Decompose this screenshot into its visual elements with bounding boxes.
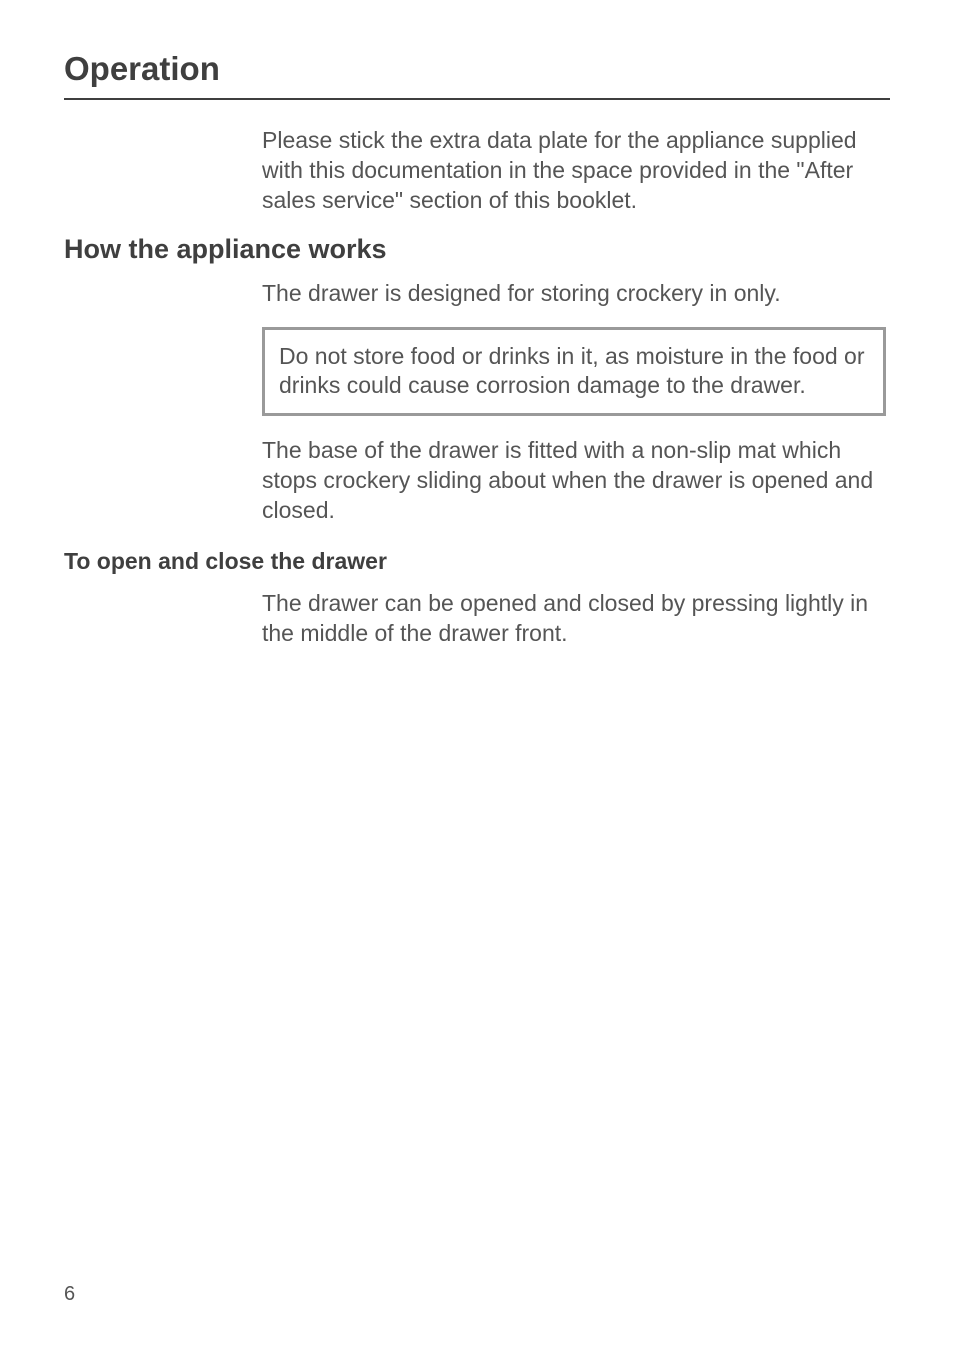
title-rule: [64, 98, 890, 100]
section-heading-how-appliance-works: How the appliance works: [64, 234, 890, 265]
section1-body: The drawer is designed for storing crock…: [262, 279, 886, 526]
chapter-title: Operation: [64, 50, 890, 88]
section2-body: The drawer can be opened and closed by p…: [262, 589, 886, 649]
section-heading-open-close-drawer: To open and close the drawer: [64, 548, 890, 575]
page: Operation Please stick the extra data pl…: [0, 0, 954, 1352]
intro-paragraph: Please stick the extra data plate for th…: [262, 126, 886, 216]
section1-p2: The base of the drawer is fitted with a …: [262, 436, 886, 526]
section2-p1: The drawer can be opened and closed by p…: [262, 589, 886, 649]
page-number: 6: [64, 1283, 75, 1306]
section1-p1: The drawer is designed for storing crock…: [262, 279, 886, 309]
notice-text: Do not store food or drinks in it, as mo…: [279, 342, 869, 402]
intro-block: Please stick the extra data plate for th…: [262, 126, 886, 216]
notice-box: Do not store food or drinks in it, as mo…: [262, 327, 886, 417]
